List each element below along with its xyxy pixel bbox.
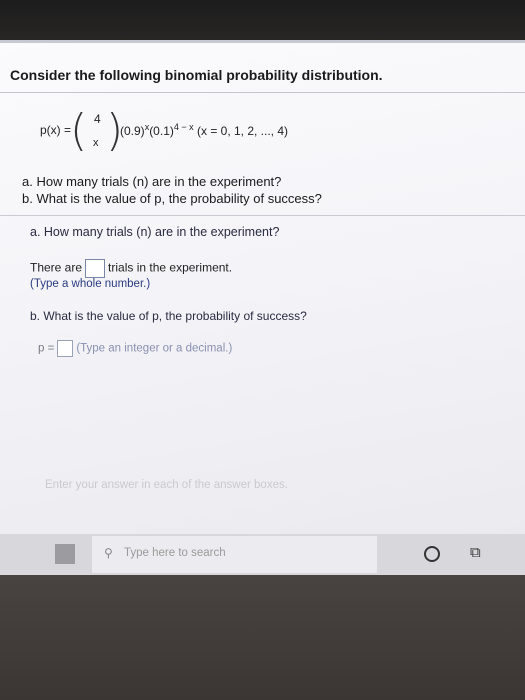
formula-rest: (0.9)x(0.1)4 − x (x = 0, 1, 2, ..., 4) — [120, 122, 288, 138]
top-border — [0, 40, 525, 43]
probability-input[interactable] — [57, 340, 74, 357]
task-view-icon[interactable]: ⧉ — [470, 544, 481, 561]
answer-a-prefix: There are — [30, 260, 83, 275]
cortana-icon[interactable] — [424, 546, 440, 562]
taskbar-search-box[interactable]: ⚲ Type here to search — [92, 536, 377, 573]
binomial-formula: p(x) = ( 4 x ) (0.9)x(0.1)4 − x (x = 0, … — [40, 107, 380, 157]
part-a-question: a. How many trials (n) are in the experi… — [22, 174, 282, 189]
left-paren: ( — [70, 105, 88, 156]
binom-bottom: x — [93, 137, 99, 149]
divider — [0, 215, 525, 216]
search-icon: ⚲ — [104, 546, 113, 560]
term2: (0.1) — [149, 124, 174, 138]
screen: Consider the following binomial probabil… — [0, 40, 525, 575]
trials-input[interactable] — [85, 259, 106, 278]
instruction-text: Enter your answer in each of the answer … — [45, 479, 288, 491]
windows-start-icon[interactable] — [55, 544, 75, 564]
formula-domain: (x = 0, 1, 2, ..., 4) — [196, 124, 289, 138]
term1: (0.9) — [120, 124, 145, 138]
answer-a-label: a. How many trials (n) are in the experi… — [30, 225, 280, 239]
part-b-question: b. What is the value of p, the probabili… — [22, 191, 322, 206]
answer-a-hint: (Type a whole number.) — [30, 278, 151, 290]
answer-b-label: b. What is the value of p, the probabili… — [30, 309, 307, 323]
formula-lhs: p(x) = — [40, 123, 72, 137]
exp2: 4 − x — [173, 122, 194, 132]
taskbar: ⚲ Type here to search ⧉ — [0, 534, 525, 575]
answer-a-row: There are trials in the experiment. — [30, 259, 232, 278]
search-placeholder: Type here to search — [124, 547, 226, 559]
answer-a-suffix: trials in the experiment. — [108, 260, 233, 275]
question-title: Consider the following binomial probabil… — [10, 67, 383, 83]
answer-b-row: p = (Type an integer or a decimal.) — [38, 340, 232, 357]
answer-b-prefix: p = — [38, 342, 55, 355]
answer-b-hint: (Type an integer or a decimal.) — [76, 342, 233, 355]
divider — [0, 92, 525, 93]
binom-top: 4 — [94, 112, 101, 126]
